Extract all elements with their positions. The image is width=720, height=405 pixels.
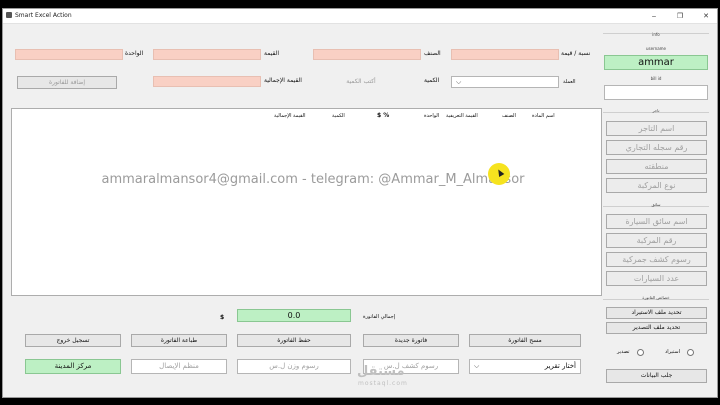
close-icon[interactable]: ✕ bbox=[693, 9, 717, 23]
category-label: الصنف bbox=[424, 50, 441, 57]
radio-export[interactable] bbox=[637, 349, 644, 356]
invoice-table[interactable]: اسم المادة الصنف القيمة التعريفية الواحد… bbox=[11, 108, 602, 296]
quantity-input[interactable]: أكتب الكمية bbox=[321, 75, 401, 88]
quantity-label: الكمية bbox=[424, 77, 440, 84]
print-invoice-button[interactable]: طباعة الفاتورة bbox=[131, 334, 227, 347]
invoice-total-label: إجمالي الفاتورة bbox=[363, 314, 396, 320]
bill-id-field[interactable] bbox=[604, 85, 708, 100]
merchant-group-label: تاجر bbox=[652, 108, 660, 113]
clear-invoice-button[interactable]: مسح الفاتورة bbox=[469, 334, 581, 347]
chevron-down-icon: ⌵ bbox=[456, 78, 462, 86]
value-label: القيمة bbox=[264, 50, 280, 57]
mostaql-logo: مستقل bbox=[357, 364, 405, 379]
currency-symbol: $ bbox=[220, 314, 225, 321]
table-header-unit: الواحدة bbox=[424, 113, 440, 119]
report-select[interactable]: ⌵ أختار تقرير bbox=[469, 359, 581, 374]
table-header-quantity: الكمية bbox=[332, 113, 345, 119]
category-input[interactable] bbox=[313, 49, 421, 60]
radio-import-label: استيراد bbox=[665, 349, 680, 355]
props-group-label: خصائص الفاتورة bbox=[642, 295, 670, 300]
username-field: ammar bbox=[604, 55, 708, 70]
add-to-invoice-button[interactable]: إضافة للفاتورة bbox=[17, 76, 117, 89]
maximize-icon[interactable]: ❐ bbox=[667, 9, 693, 23]
username-label: username bbox=[646, 46, 666, 51]
customs-fee-input[interactable]: رسوم كشف جمركية bbox=[606, 252, 707, 267]
weight-fee-input[interactable]: رسوم وزن ل.س bbox=[237, 359, 351, 374]
merchant-name-input[interactable]: اسم التاجر bbox=[606, 121, 707, 136]
new-invoice-button[interactable]: فاتورة جديدة bbox=[363, 334, 459, 347]
table-header-item: اسم المادة bbox=[532, 113, 555, 119]
currency-select[interactable]: ⌵ bbox=[451, 76, 559, 88]
radio-export-label: تصدير bbox=[617, 349, 630, 355]
receipt-organizer-input[interactable]: منظم الإيصال bbox=[131, 359, 227, 374]
driver-name-input[interactable]: اسم سائق السيارة bbox=[606, 214, 707, 229]
chevron-down-icon: ⌵ bbox=[474, 362, 480, 370]
info-group-label: info bbox=[652, 32, 660, 37]
invoice-total-value: 0.0 bbox=[237, 309, 351, 322]
percent-input[interactable] bbox=[451, 49, 559, 60]
table-header-total: القيمة الإجمالية bbox=[274, 113, 306, 119]
merchant-record-input[interactable]: رقم سجله التجاري bbox=[606, 140, 707, 155]
mouse-cursor-highlight bbox=[488, 163, 510, 185]
cursor-arrow-icon bbox=[495, 167, 505, 178]
driver-group-label: سائق bbox=[651, 202, 661, 207]
window-title: Smart Excel Action bbox=[15, 12, 72, 19]
app-window: Smart Excel Action ‒ ❐ ✕ الواحدة القيمة … bbox=[2, 8, 718, 398]
logout-button[interactable]: تسجيل خروج bbox=[25, 334, 121, 347]
report-select-value: أختار تقرير bbox=[544, 362, 576, 370]
car-count-input[interactable]: عدد السيارات bbox=[606, 271, 707, 286]
minimize-icon[interactable]: ‒ bbox=[641, 9, 667, 23]
export-file-button[interactable]: تحديد ملف التصدير bbox=[606, 322, 707, 334]
fetch-data-button[interactable]: جلب البيانات bbox=[606, 369, 707, 383]
mostaql-logo-sub: mostaql.com bbox=[358, 380, 408, 387]
currency-label: العملة bbox=[563, 79, 576, 85]
radio-import[interactable] bbox=[687, 349, 694, 356]
unit-input[interactable] bbox=[15, 49, 123, 60]
total-value-label: القيمة الإجمالية bbox=[264, 77, 302, 84]
table-header-percent: $ % bbox=[377, 112, 390, 119]
save-invoice-button[interactable]: حفظ الفاتورة bbox=[237, 334, 351, 347]
vehicle-number-input[interactable]: رقم المركبة bbox=[606, 233, 707, 248]
table-header-category: الصنف bbox=[502, 113, 516, 119]
title-bar: Smart Excel Action ‒ ❐ ✕ bbox=[3, 9, 717, 24]
table-header-defvalue: القيمة التعريفية bbox=[446, 113, 478, 119]
contact-watermark: ammaralmansor4@gmail.com - telegram: @Am… bbox=[101, 172, 525, 187]
bill-id-label: bill id bbox=[650, 76, 662, 81]
unit-label: الواحدة bbox=[125, 50, 144, 57]
value-input[interactable] bbox=[153, 49, 261, 60]
app-icon bbox=[6, 12, 12, 18]
vehicle-type-input[interactable]: نوع المركبة bbox=[606, 178, 707, 193]
import-file-button[interactable]: تحديد ملف الاستيراد bbox=[606, 307, 707, 319]
total-value-input[interactable] bbox=[153, 76, 261, 87]
merchant-region-input[interactable]: منطقته bbox=[606, 159, 707, 174]
city-center-field[interactable]: مركز المدينة bbox=[25, 359, 121, 374]
percent-label: نسبة / قيمة bbox=[561, 50, 591, 57]
